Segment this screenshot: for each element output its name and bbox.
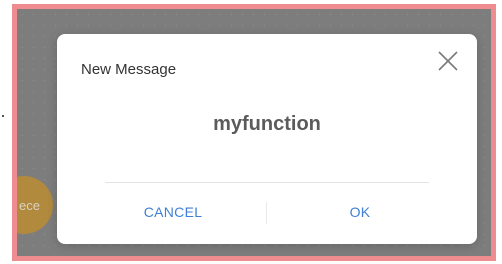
dialog-message: myfunction xyxy=(213,113,321,135)
background-partial-label: ece xyxy=(19,198,40,213)
close-button[interactable] xyxy=(435,48,461,74)
dialog-divider xyxy=(105,182,429,183)
dialog-title: New Message xyxy=(81,61,177,78)
cancel-button[interactable]: CANCEL xyxy=(73,198,273,226)
app-viewport-frame: ece New Message myfunction CANCEL OK xyxy=(12,4,496,261)
ok-button[interactable]: OK xyxy=(260,198,460,226)
stray-mark xyxy=(2,115,4,117)
close-icon xyxy=(438,51,458,71)
message-dialog: New Message myfunction CANCEL OK xyxy=(57,34,477,244)
